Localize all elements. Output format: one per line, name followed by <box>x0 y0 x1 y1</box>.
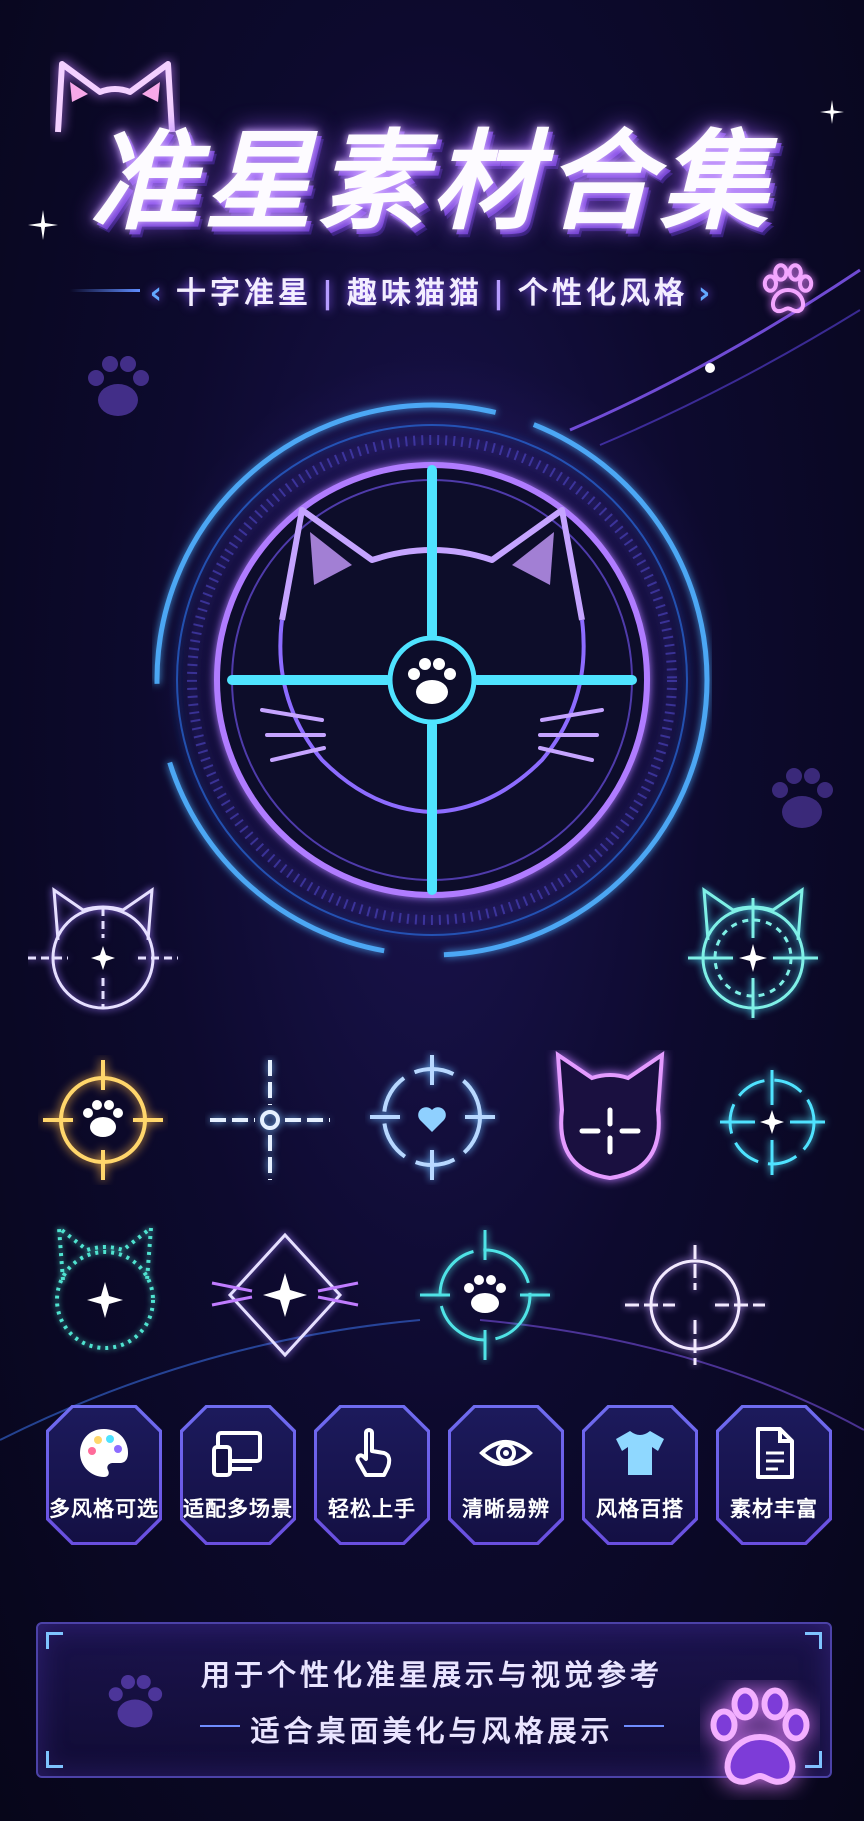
feature-tile-versatile[interactable]: 风格百搭 <box>582 1405 698 1545</box>
tshirt-icon <box>582 1425 698 1485</box>
paw-glow-icon <box>710 1687 810 1785</box>
feature-label: 适配多场景 <box>183 1497 293 1521</box>
thin-crosshair <box>625 1245 765 1365</box>
paw-decor-icon <box>88 356 149 416</box>
feature-tile-easy[interactable]: 轻松上手 <box>314 1405 430 1545</box>
feature-tile-devices[interactable]: 适配多场景 <box>180 1405 296 1545</box>
sparkle-icon <box>820 100 844 124</box>
cat-crosshair-small <box>688 886 818 1018</box>
sparkle-icon <box>28 210 58 240</box>
subtitle-item-crosshair: 十字准星 <box>176 276 313 311</box>
dot-crosshair <box>210 1060 330 1180</box>
cat-crosshair-small <box>28 886 178 1010</box>
eye-icon <box>448 1425 564 1485</box>
feature-tile-rich[interactable]: 素材丰富 <box>716 1405 832 1545</box>
pointer-hand-icon <box>314 1425 430 1485</box>
subtitle-right-arrow: › <box>697 276 715 311</box>
subtitle-separator: | <box>493 276 508 311</box>
paw-outline-icon <box>762 263 814 314</box>
cat-crosshair-purple <box>555 1051 665 1181</box>
feature-label: 素材丰富 <box>730 1497 818 1521</box>
paw-crosshair-gold <box>43 1060 163 1180</box>
feature-tile-clear[interactable]: 清晰易辨 <box>448 1405 564 1545</box>
target-crosshair-cyan <box>720 1070 825 1175</box>
devices-icon <box>180 1425 296 1485</box>
palette-icon <box>46 1425 162 1485</box>
feature-tile-styles[interactable]: 多风格可选 <box>46 1405 162 1545</box>
subtitle-left-arrow: ‹ <box>149 276 167 311</box>
feature-label: 多风格可选 <box>49 1497 159 1521</box>
main-cat-crosshair <box>154 402 710 958</box>
paw-crosshair-cyan <box>420 1230 550 1360</box>
subtitle-item-cat: 趣味猫猫 <box>347 276 483 311</box>
subtitle-separator: | <box>322 276 337 311</box>
page-title: 准星素材合集 <box>89 120 774 245</box>
feature-label: 轻松上手 <box>328 1497 416 1521</box>
diamond-crosshair <box>211 1232 359 1358</box>
feature-label: 风格百搭 <box>596 1497 684 1521</box>
document-icon <box>716 1425 832 1485</box>
subtitle-item-style: 个性化风格 <box>517 276 688 311</box>
paw-decor-icon <box>772 768 833 828</box>
dotted-cat-crosshair <box>55 1223 155 1350</box>
heart-crosshair <box>370 1055 495 1180</box>
feature-label: 清晰易辨 <box>462 1497 550 1521</box>
subtitle: ‹ 十字准星 | 趣味猫猫 | 个性化风格 › <box>0 268 864 312</box>
